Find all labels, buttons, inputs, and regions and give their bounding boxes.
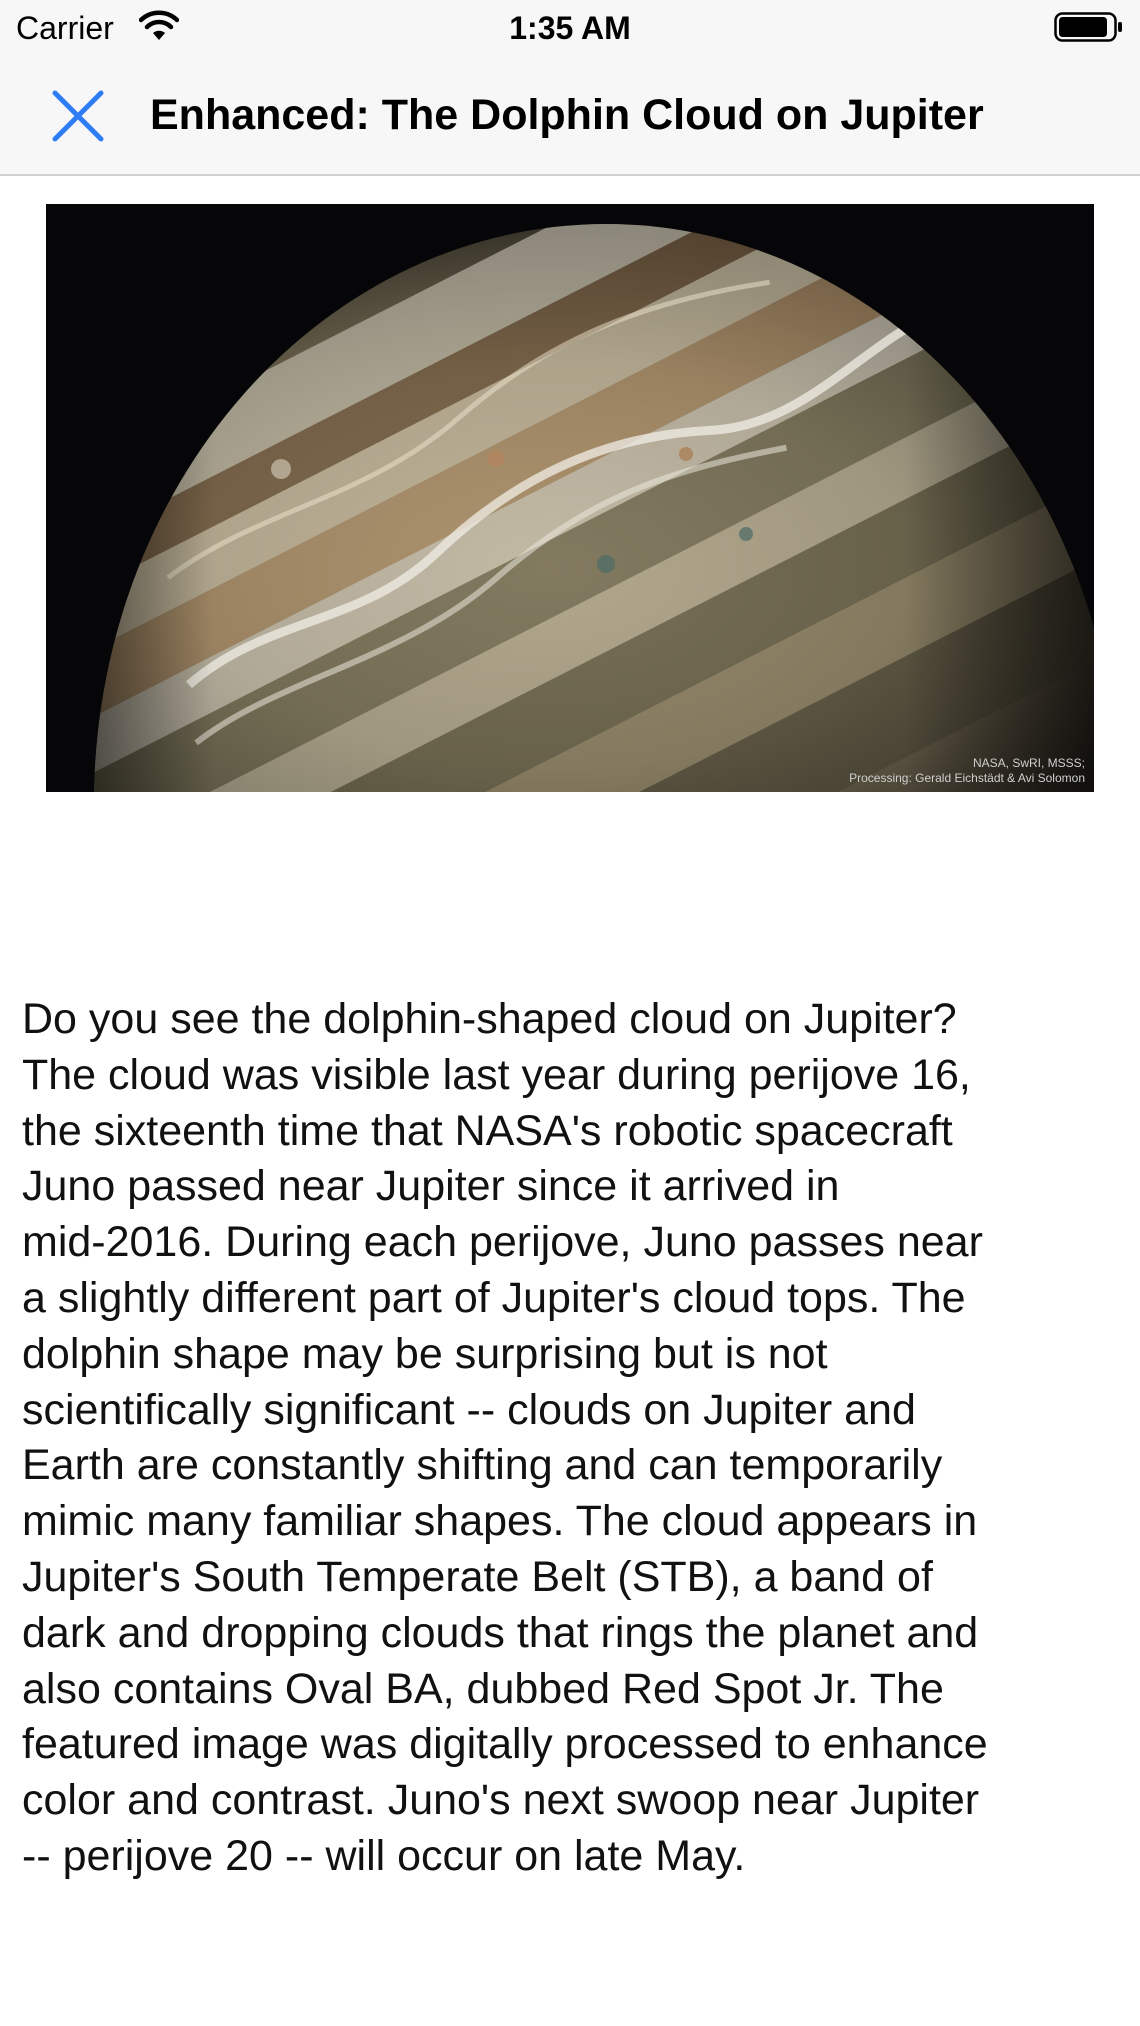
battery-icon: [1054, 12, 1122, 42]
image-credit-line-2: Processing: Gerald Eichstädt & Avi Solom…: [849, 771, 1085, 785]
status-bar: Carrier 1:35 AM: [0, 0, 1140, 56]
page-title: Enhanced: The Dolphin Cloud on Jupiter: [150, 91, 984, 139]
image-credit-line-1: NASA, SwRI, MSSS;: [972, 756, 1085, 770]
jupiter-image: NASA, SwRI, MSSS; Processing: Gerald Eic…: [46, 204, 1094, 792]
jupiter-planet-illustration: [46, 204, 1094, 792]
close-icon[interactable]: [48, 86, 108, 146]
close-button[interactable]: [48, 86, 108, 146]
status-time: 1:35 AM: [509, 10, 631, 46]
article-body: Do you see the dolphin-shaped cloud on J…: [22, 995, 988, 1880]
navigation-bar: Enhanced: The Dolphin Cloud on Jupiter: [0, 56, 1140, 176]
image-credit: NASA, SwRI, MSSS; Processing: Gerald Eic…: [849, 756, 1085, 786]
